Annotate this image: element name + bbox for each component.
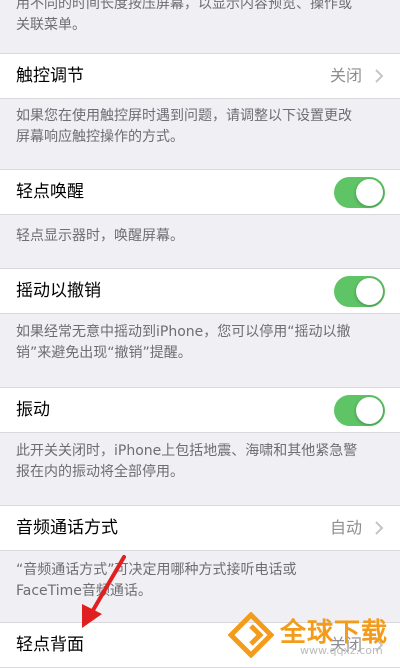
- touch-hold-footer: 用不同的时间长度按压屏幕，以显示内容预览、操作或 关联菜单。: [0, 0, 400, 36]
- footer-line: 关联菜单。: [16, 17, 86, 33]
- footer-line: 屏幕响应触控操作的方式。: [16, 129, 184, 145]
- vibration-cell: 振动: [0, 387, 400, 433]
- footer-line: “音频通话方式”可决定用哪种方式接听电话或: [16, 562, 297, 578]
- shake-to-undo-footer: 如果经常无意中摇动到iPhone，您可以停用“摇动以撤 销”来避免出现“撤销”提…: [0, 322, 400, 364]
- shake-to-undo-cell: 摇动以撤销: [0, 268, 400, 314]
- call-audio-footer: “音频通话方式”可决定用哪种方式接听电话或 FaceTime音频通话。: [0, 560, 400, 602]
- footer-line: 报在内的振动将全部停用。: [16, 464, 184, 480]
- cell-value: 自动: [329, 518, 362, 537]
- vibration-toggle[interactable]: [334, 395, 385, 426]
- watermark-logo-icon: [228, 612, 274, 658]
- touch-accommodations-cell[interactable]: 触控调节 关闭: [0, 53, 400, 99]
- chevron-right-icon: [375, 521, 384, 535]
- call-audio-routing-cell[interactable]: 音频通话方式 自动: [0, 505, 400, 551]
- cell-value: 关闭: [329, 66, 362, 85]
- cell-label: 摇动以撤销: [16, 281, 101, 301]
- footer-line: 销”来避免出现“撤销”提醒。: [16, 345, 192, 361]
- watermark-url: www.qqxz.com: [300, 644, 383, 657]
- touch-accommodations-footer: 如果您在使用触控屏时遇到问题，请调整以下设置更改 屏幕响应触控操作的方式。: [0, 106, 400, 148]
- chevron-right-icon: [375, 69, 384, 83]
- footer-line: 轻点显示器时，唤醒屏幕。: [16, 228, 184, 244]
- toggle-knob: [356, 179, 383, 206]
- tap-to-wake-cell: 轻点唤醒: [0, 169, 400, 215]
- toggle-knob: [356, 278, 383, 305]
- toggle-knob: [356, 397, 383, 424]
- cell-label: 振动: [16, 400, 50, 420]
- footer-line: 如果您在使用触控屏时遇到问题，请调整以下设置更改: [16, 108, 352, 124]
- footer-line: FaceTime音频通话。: [16, 583, 152, 599]
- footer-line: 此开关关闭时，iPhone上包括地震、海啸和其他紧急警: [16, 443, 358, 459]
- vibration-footer: 此开关关闭时，iPhone上包括地震、海啸和其他紧急警 报在内的振动将全部停用。: [0, 441, 400, 483]
- tap-to-wake-toggle[interactable]: [334, 177, 385, 208]
- cell-label: 轻点背面: [16, 635, 84, 655]
- footer-line: 用不同的时间长度按压屏幕，以显示内容预览、操作或: [16, 0, 352, 12]
- shake-to-undo-toggle[interactable]: [334, 276, 385, 307]
- cell-label: 触控调节: [16, 66, 84, 86]
- footer-line: 如果经常无意中摇动到iPhone，您可以停用“摇动以撤: [16, 324, 351, 340]
- cell-label: 音频通话方式: [16, 518, 118, 538]
- cell-label: 轻点唤醒: [16, 182, 84, 202]
- tap-to-wake-footer: 轻点显示器时，唤醒屏幕。: [0, 226, 400, 247]
